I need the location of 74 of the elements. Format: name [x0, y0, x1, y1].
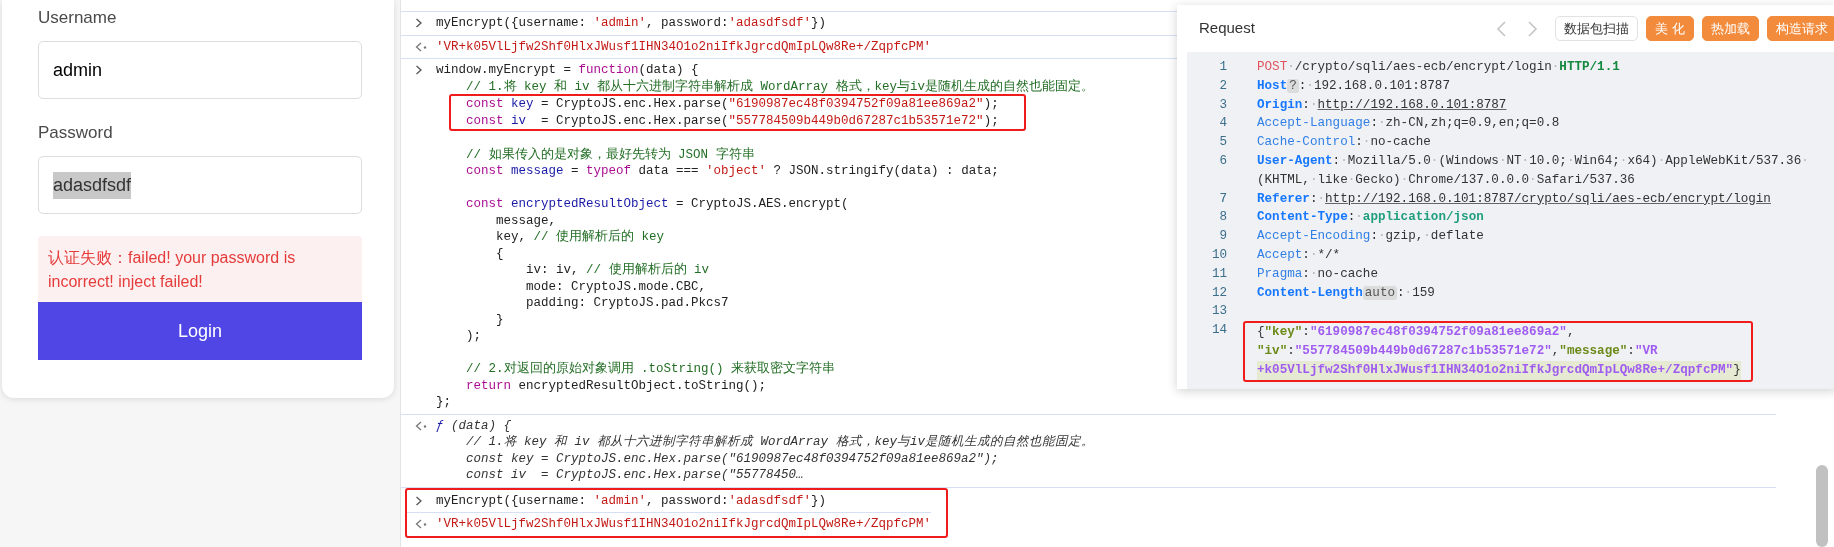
code-line: const iv = CryptoJS.enc.Hex.parse("55778450…: [466, 468, 804, 482]
code-line: const key = CryptoJS.enc.Hex.parse("6190987ec48f0394752f09a81ee869a2");: [466, 451, 999, 466]
code-line: Accept-Language:·zh-CN,zh;q=0.9,en;q=0.8: [1257, 116, 1560, 131]
code-line: {: [496, 246, 504, 261]
code-line: Accept:·*/*: [1257, 247, 1341, 262]
result-icon: [415, 41, 427, 52]
code-line: // 1.将 key 和 iv 都从十六进制字符串解析成 WordArray 格式，key与iv是随机生成的自然也能固定。: [466, 435, 1095, 449]
code-line: Cache-Control:·no-cache: [1257, 135, 1431, 150]
code-line: // 如果传入的是对象，最好先转为 JSON 字符串: [466, 147, 755, 162]
error-alert: 认证失败：failed! your password is incorrect! inject failed!: [38, 236, 362, 302]
code-line: window.myEncrypt = function(data) {: [436, 63, 699, 77]
code-line: message,: [496, 213, 556, 228]
line-number: 2: [1218, 77, 1227, 95]
code-line: 'VR+k05VlLjfw2Shf0HlxJWusf1IHN34O1o2niIfkJgrcdQmIpLQw8Re+/ZqpfcPM': [436, 39, 932, 54]
code-line: Content-Length auto:·159: [1257, 285, 1435, 300]
code-line: (KHTML,·like·Gecko)·Chrome/137.0.0.0·Safari/537.36: [1257, 172, 1635, 187]
prompt-icon: [415, 18, 423, 29]
line-number: 1: [1218, 59, 1227, 76]
code-line: const iv = CryptoJS.enc.Hex.parse("557784509b449b0d67287c1b53571e72");: [466, 113, 999, 128]
prompt-icon: [415, 65, 423, 76]
code-line: Pragma:·no-cache: [1257, 266, 1378, 281]
code-line: // 2.对返回的原始对象调用 .toString() 来获取密文字符串: [466, 362, 836, 376]
line-number: 7: [1218, 190, 1227, 208]
url-link[interactable]: http://192.168.0.101:8787/crypto/sqli/aes-ecb/encrypt/login: [1325, 191, 1771, 206]
result-icon: [415, 519, 427, 530]
url-link[interactable]: http://192.168.0.101:8787: [1317, 97, 1507, 112]
code-line: );: [466, 329, 481, 343]
code-line: Referer:·http://192.168.0.101:8787/crypto/sqli/aes-ecb/encrypt/login: [1257, 191, 1771, 206]
line-number: 13: [1210, 303, 1227, 321]
code-line: const encryptedResultObject = CryptoJS.AES.encrypt(: [466, 197, 849, 211]
username-label: Username: [38, 7, 117, 29]
line-number: 10: [1210, 246, 1227, 264]
code-line: {"key":"6190987ec48f0394752f09a81ee869a2",: [1257, 325, 1575, 340]
toolbar-button[interactable]: 数据包扫描: [1555, 16, 1639, 41]
login-button[interactable]: Login: [38, 302, 362, 360]
line-number: 11: [1210, 265, 1227, 283]
code-line: iv: iv, // 使用解析后的 iv: [526, 263, 710, 277]
code-line: // 1.将 key 和 iv 都从十六进制字符串解析成 WordArray 格式，key与iv是随机生成的自然也能固定。: [466, 79, 1095, 94]
line-number: 12: [1210, 284, 1227, 302]
chevron-right-icon[interactable]: [1525, 19, 1540, 38]
code-line: myEncrypt({username: 'admin', password:'adasdfsdf'}): [436, 16, 827, 30]
line-number: 6: [1218, 153, 1227, 170]
code-line: ƒ (data) {: [436, 418, 512, 433]
code-line: Host?:·192.168.0.101:8787: [1257, 78, 1450, 93]
code-line: padding: CryptoJS.pad.Pkcs7: [526, 296, 729, 310]
password-label: Password: [38, 122, 113, 144]
line-number: 9: [1218, 228, 1227, 246]
code-line: "iv":"557784509b449b0d67287c1b53571e72","message":"VR: [1257, 343, 1658, 358]
code-line: };: [436, 395, 451, 409]
code-line: }: [496, 312, 504, 327]
code-line: Origin:·http://192.168.0.101:8787: [1257, 97, 1507, 112]
code-line: const message = typeof data === 'object' ? JSON.stringify(data) : data;: [466, 164, 999, 178]
line-number: 8: [1218, 209, 1227, 227]
prompt-icon: [415, 495, 423, 506]
code-line: POST·/crypto/sqli/aes-ecb/encrypt/login·HTTP/1.1: [1257, 60, 1620, 74]
code-line: key, // 使用解析后的 key: [496, 230, 665, 244]
code-line: const key = CryptoJS.enc.Hex.parse("6190987ec48f0394752f09a81ee869a2");: [466, 97, 999, 111]
username-field[interactable]: admin: [38, 41, 362, 99]
line-number: 14: [1210, 322, 1227, 340]
code-line: return encryptedResultObject.toString();: [466, 378, 767, 393]
result-icon: [415, 420, 427, 431]
code-line: User-Agent:·Mozilla/5.0·(Windows·NT·10.0;·Win64;·x64)·AppleWebKit/537.36·: [1257, 154, 1809, 168]
code-line: myEncrypt({username: 'admin', password:'adasdfsdf'}): [436, 493, 827, 508]
scrollbar-thumb[interactable]: [1816, 465, 1828, 547]
line-number: 5: [1218, 134, 1227, 152]
line-number: 4: [1218, 115, 1227, 133]
code-line: mode: CryptoJS.mode.CBC,: [526, 279, 707, 294]
panel-title: Request: [1199, 18, 1255, 39]
code-line: Content-Type:·application/json: [1257, 210, 1484, 225]
line-number: 3: [1218, 96, 1227, 114]
code-line: 'VR+k05VlLjfw2Shf0HlxJWusf1IHN34O1o2niIfkJgrcdQmIpLQw8Re+/ZqpfcPM': [436, 517, 932, 531]
code-line: Accept-Encoding:·gzip,·deflate: [1257, 229, 1484, 244]
password-field[interactable]: adasdfsdf: [38, 156, 362, 214]
code-line: +k05VlLjfw2Shf0HlxJWusf1IHN34O1o2niIfkJgrcdQmIpLQw8Re+/ZqpfcPM"}: [1257, 362, 1741, 377]
